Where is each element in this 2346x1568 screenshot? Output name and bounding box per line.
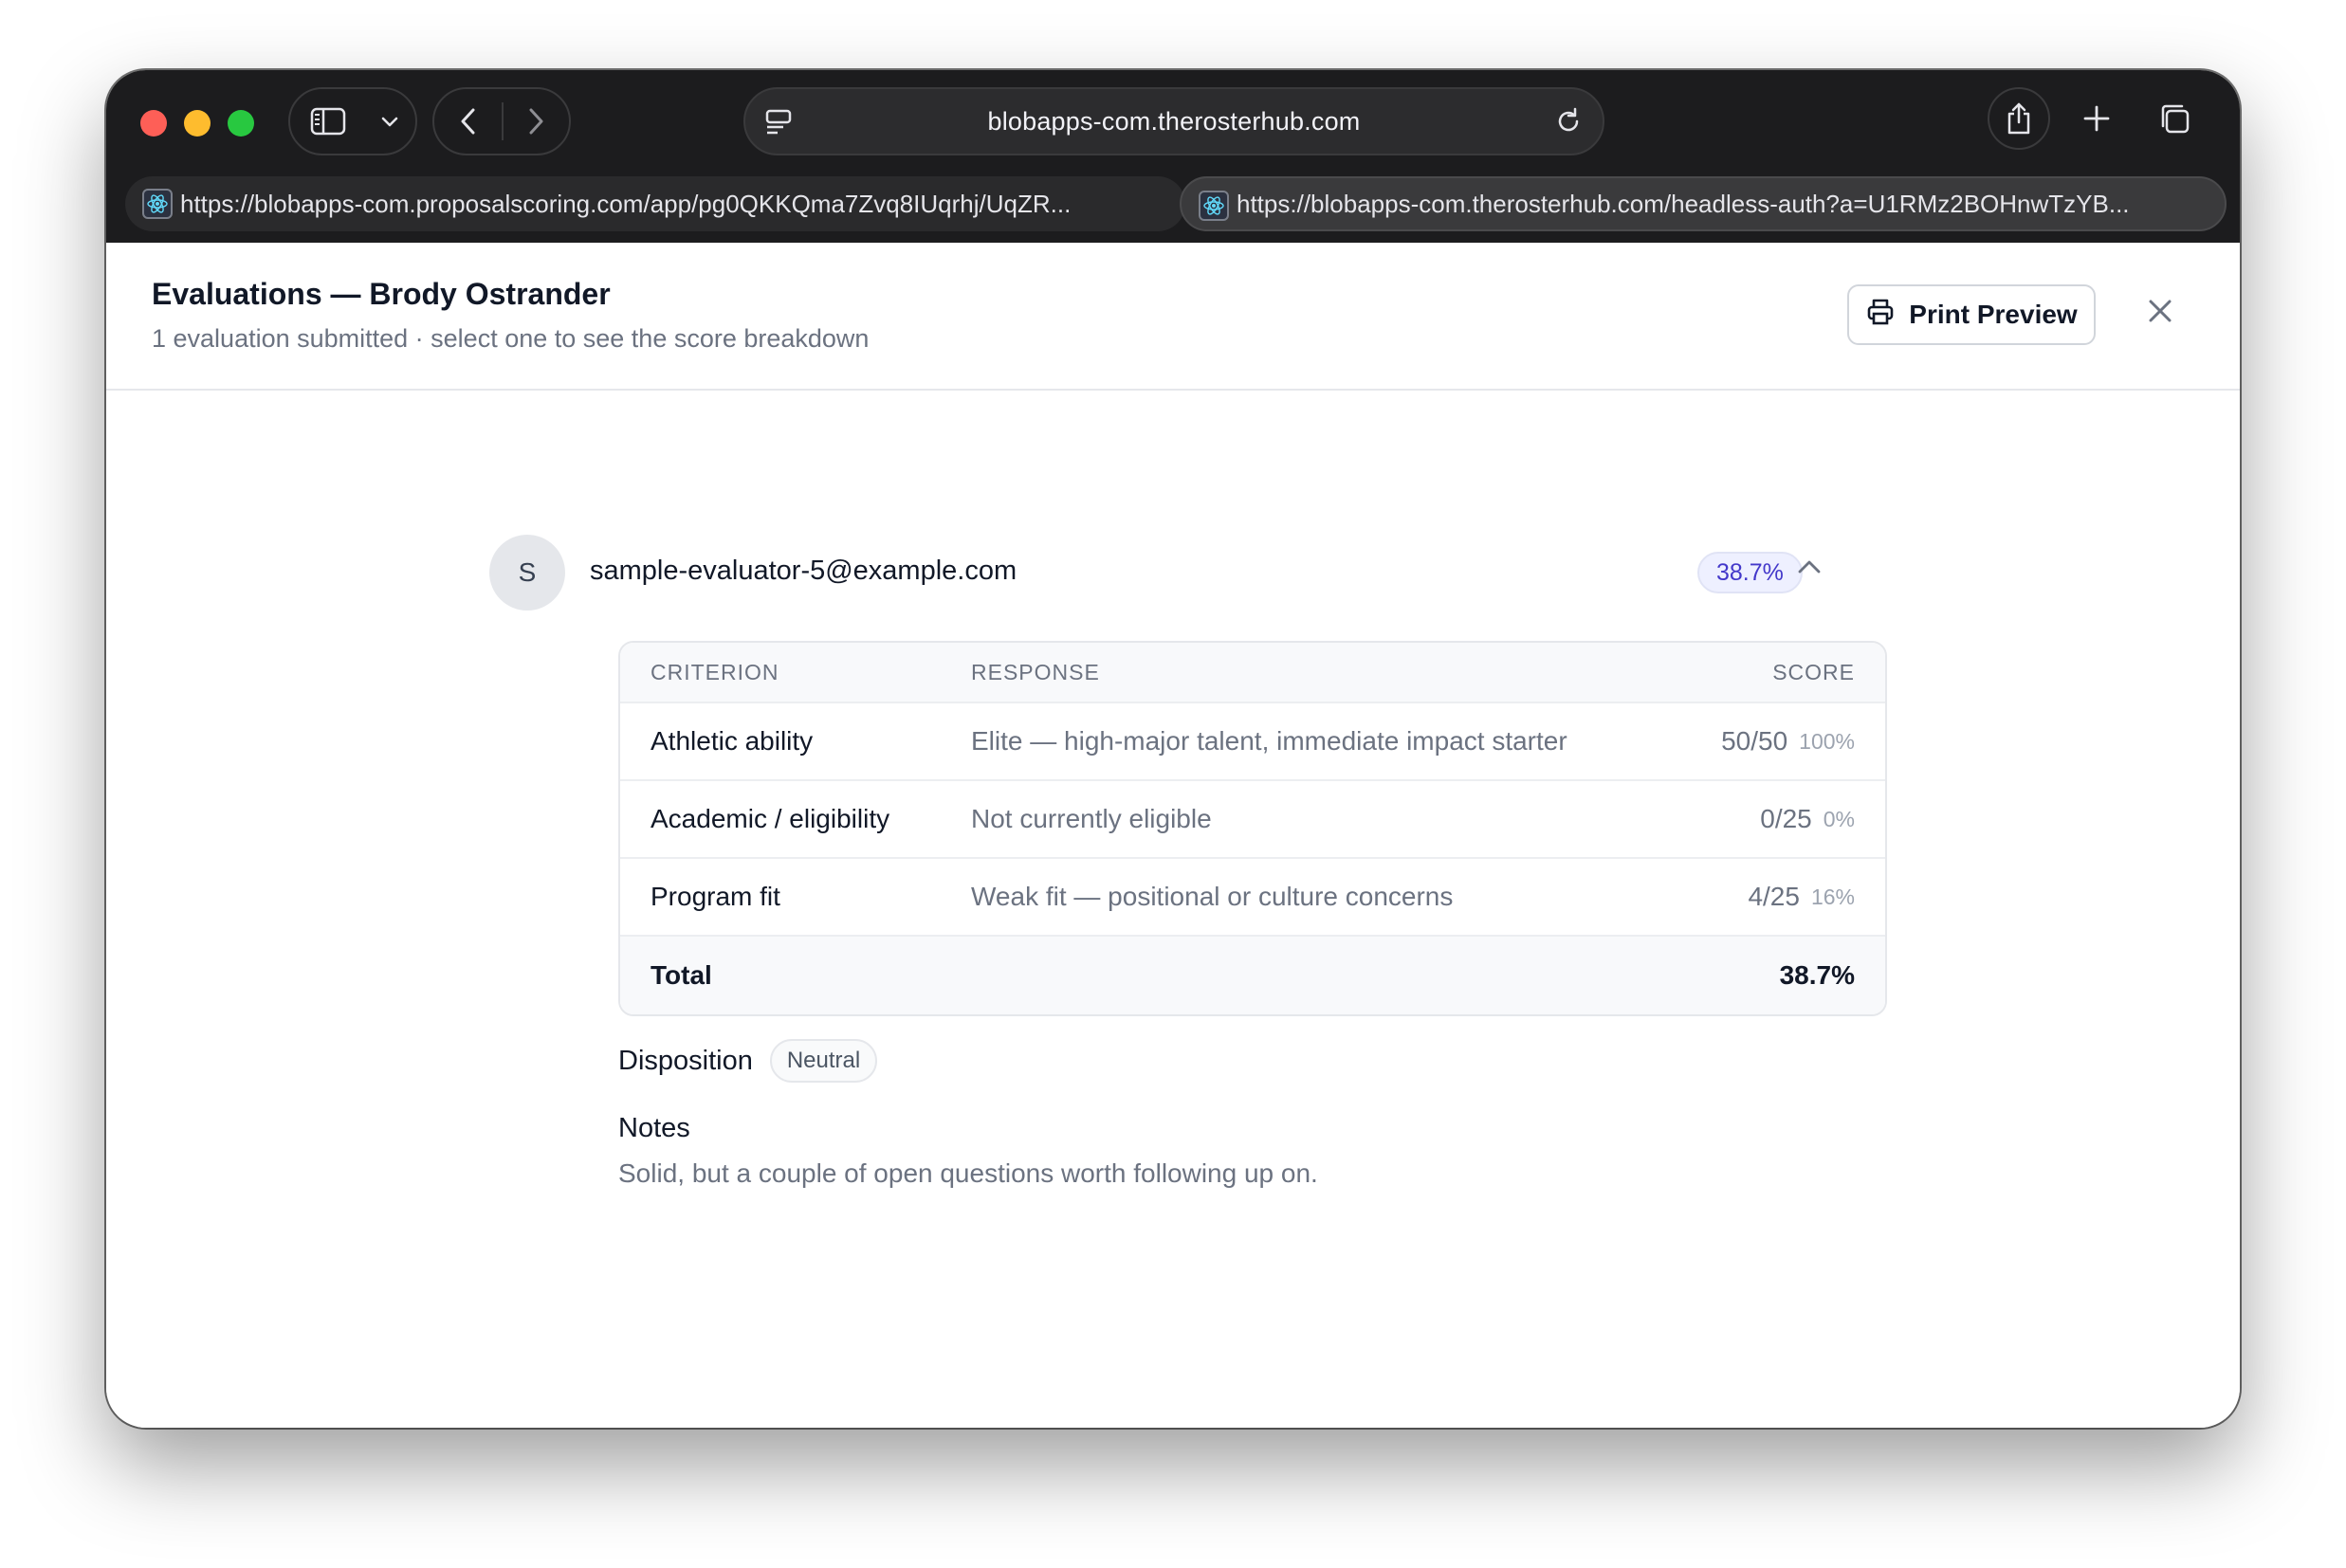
score-percent: 100% xyxy=(1799,728,1855,754)
chevron-down-icon[interactable] xyxy=(366,89,413,154)
table-row: Athletic ability Elite — high-major tale… xyxy=(620,703,1885,781)
page-subtitle: 1 evaluation submitted · select one to s… xyxy=(152,324,870,353)
react-favicon xyxy=(142,189,173,219)
table-row: Academic / eligibility Not currently eli… xyxy=(620,781,1885,859)
criterion-cell: Academic / eligibility xyxy=(651,804,890,833)
sidebar-icon[interactable] xyxy=(290,89,366,154)
tab-2-url: https://blobapps-com.therosterhub.com/he… xyxy=(1237,189,2130,218)
column-header-score: SCORE xyxy=(1772,659,1855,684)
toolbar-actions xyxy=(1988,87,2206,150)
tabs-overview-icon[interactable] xyxy=(2143,87,2206,150)
forward-icon[interactable] xyxy=(504,89,569,154)
column-header-criterion: CRITERION xyxy=(651,659,779,684)
close-icon[interactable] xyxy=(2141,292,2179,330)
criterion-cell: Athletic ability xyxy=(651,726,814,756)
zoom-window-button[interactable] xyxy=(228,110,254,137)
address-bar[interactable]: blobapps-com.therosterhub.com xyxy=(743,87,1604,155)
criterion-cell: Program fit xyxy=(651,882,780,911)
score-badge: 38.7% xyxy=(1697,552,1803,593)
print-preview-label: Print Preview xyxy=(1909,300,2078,329)
share-icon[interactable] xyxy=(1988,87,2050,150)
printer-icon xyxy=(1865,297,1896,334)
notes-label: Notes xyxy=(618,1113,690,1143)
react-favicon xyxy=(1199,191,1229,221)
sidebar-toggle-group xyxy=(288,87,417,155)
print-preview-button[interactable]: Print Preview xyxy=(1847,284,2096,345)
minimize-window-button[interactable] xyxy=(184,110,211,137)
chevron-up-icon[interactable] xyxy=(1796,557,1823,581)
back-icon[interactable] xyxy=(434,89,502,154)
reload-icon[interactable] xyxy=(1553,106,1584,141)
table-header-row: CRITERION RESPONSE SCORE xyxy=(620,643,1885,703)
column-header-response: RESPONSE xyxy=(971,659,1100,684)
plus-icon[interactable] xyxy=(2065,87,2128,150)
score-value: 50/50 xyxy=(1721,726,1788,756)
navigation-group xyxy=(432,87,571,155)
address-url: blobapps-com.therosterhub.com xyxy=(987,106,1361,136)
total-row: Total 38.7% xyxy=(620,937,1885,1014)
table-row: Program fit Weak fit — positional or cul… xyxy=(620,859,1885,937)
reader-icon[interactable] xyxy=(764,108,793,141)
score-cell: 0/25 0% xyxy=(1760,781,1855,857)
score-cell: 50/50 100% xyxy=(1721,703,1855,779)
page-title: Evaluations — Brody Ostrander xyxy=(152,277,611,311)
window-controls xyxy=(140,110,254,137)
page-header: Evaluations — Brody Ostrander 1 evaluati… xyxy=(106,243,2240,391)
response-cell: Not currently eligible xyxy=(971,804,1212,833)
score-value: 0/25 xyxy=(1760,804,1812,833)
response-cell: Elite — high-major talent, immediate imp… xyxy=(971,726,1567,756)
total-label: Total xyxy=(651,960,712,990)
browser-window: blobapps-com.therosterhub.com https://bl… xyxy=(106,70,2240,1428)
disposition: Disposition Neutral xyxy=(618,1039,878,1083)
tab-1-url: https://blobapps-com.proposalscoring.com… xyxy=(180,189,1072,218)
score-cell: 4/25 16% xyxy=(1748,859,1855,935)
score-value: 4/25 xyxy=(1748,882,1800,911)
score-percent: 16% xyxy=(1810,884,1855,909)
browser-tab-1[interactable]: https://blobapps-com.proposalscoring.com… xyxy=(125,176,1185,231)
disposition-label: Disposition xyxy=(618,1045,753,1076)
disposition-badge: Neutral xyxy=(769,1039,878,1083)
response-cell: Weak fit — positional or culture concern… xyxy=(971,882,1454,911)
browser-tab-2[interactable]: https://blobapps-com.therosterhub.com/he… xyxy=(1180,176,2227,231)
score-percent: 0% xyxy=(1823,806,1855,831)
page-content: Evaluations — Brody Ostrander 1 evaluati… xyxy=(106,243,2240,1428)
close-window-button[interactable] xyxy=(140,110,167,137)
avatar: S xyxy=(489,535,565,611)
total-value: 38.7% xyxy=(1779,960,1855,990)
score-breakdown-table: CRITERION RESPONSE SCORE Athletic abilit… xyxy=(618,641,1887,1016)
evaluator-email: sample-evaluator-5@example.com xyxy=(590,556,1017,586)
notes-text: Solid, but a couple of open questions wo… xyxy=(618,1158,1318,1188)
browser-toolbar: blobapps-com.therosterhub.com https://bl… xyxy=(106,70,2240,243)
